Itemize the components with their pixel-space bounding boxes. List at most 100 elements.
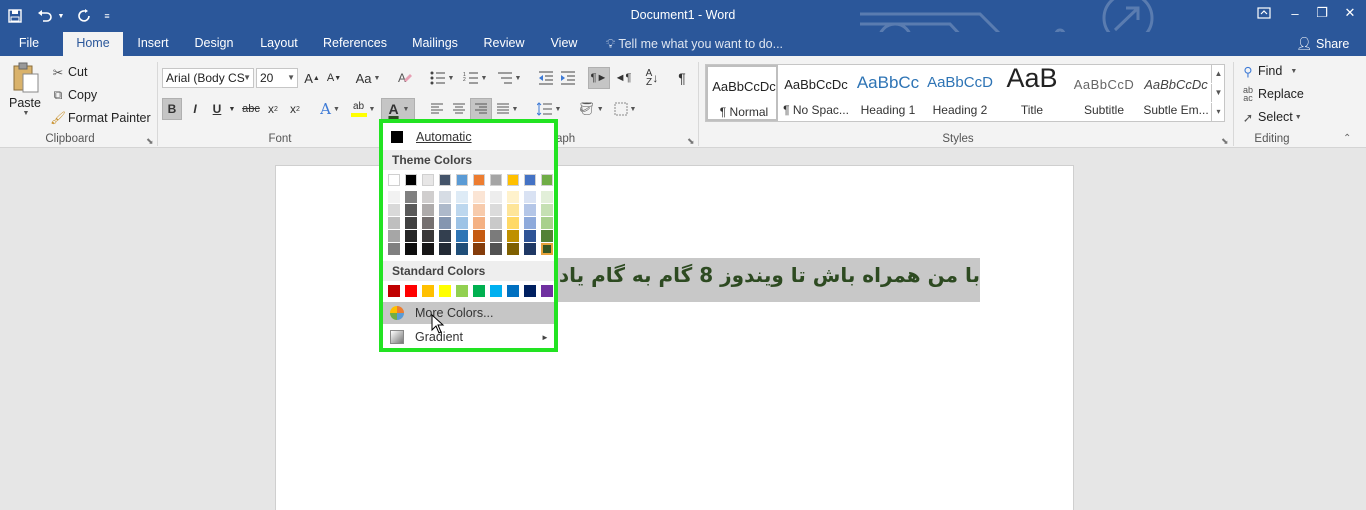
color-swatch[interactable]	[439, 217, 451, 229]
paragraph-launcher-icon[interactable]: ⬊	[687, 136, 695, 147]
color-swatch[interactable]	[388, 230, 400, 242]
color-swatch[interactable]	[524, 285, 536, 297]
tab-layout[interactable]: Layout	[254, 32, 304, 56]
color-swatch[interactable]	[456, 230, 468, 242]
color-swatch[interactable]	[524, 174, 536, 186]
color-swatch[interactable]	[422, 174, 434, 186]
color-swatch[interactable]	[422, 217, 434, 229]
minimize-button[interactable]: –	[1281, 2, 1309, 24]
show-formatting-marks-button[interactable]: ¶	[672, 67, 692, 89]
style-no-spacing[interactable]: AaBbCcDc ¶ No Spac...	[780, 65, 852, 121]
color-swatch[interactable]	[456, 243, 468, 255]
color-swatch[interactable]	[388, 217, 400, 229]
rtl-direction-button[interactable]: ◄¶	[612, 67, 634, 89]
color-swatch[interactable]	[439, 191, 451, 203]
decrease-indent-button[interactable]	[536, 67, 556, 89]
justify-button[interactable]: ▼	[492, 98, 522, 120]
close-button[interactable]: ✕	[1336, 2, 1364, 24]
color-swatch[interactable]	[456, 217, 468, 229]
style-heading-2[interactable]: AaBbCcD Heading 2	[924, 65, 996, 121]
color-swatch[interactable]	[388, 285, 400, 297]
color-swatch[interactable]	[541, 230, 553, 242]
tab-design[interactable]: Design	[190, 32, 238, 56]
align-left-button[interactable]	[426, 98, 448, 120]
color-swatch[interactable]	[507, 204, 519, 216]
color-swatch[interactable]	[507, 174, 519, 186]
color-swatch[interactable]	[388, 191, 400, 203]
color-swatch[interactable]	[439, 174, 451, 186]
color-swatch[interactable]	[490, 230, 502, 242]
color-swatch[interactable]	[439, 204, 451, 216]
restore-button[interactable]: ❐	[1308, 2, 1336, 24]
superscript-button[interactable]: x2	[286, 98, 304, 120]
color-swatch[interactable]	[541, 204, 553, 216]
style-subtitle[interactable]: AaBbCcD Subtitle	[1068, 65, 1140, 121]
font-name-box[interactable]: Arial (Body CS ▼	[162, 68, 254, 88]
color-swatch[interactable]	[473, 230, 485, 242]
clear-formatting-button[interactable]: A	[394, 67, 416, 89]
color-swatch[interactable]	[490, 217, 502, 229]
color-swatch[interactable]	[490, 285, 502, 297]
bullets-button[interactable]: ▼	[427, 67, 457, 89]
style-subtle-emphasis[interactable]: AaBbCcDc Subtle Em...	[1140, 65, 1212, 121]
color-swatch[interactable]	[541, 285, 553, 297]
color-swatch[interactable]	[439, 230, 451, 242]
tab-references[interactable]: References	[320, 32, 390, 56]
color-swatch[interactable]	[541, 217, 553, 229]
color-swatch[interactable]	[439, 243, 451, 255]
color-swatch[interactable]	[422, 285, 434, 297]
tab-view[interactable]: View	[546, 32, 582, 56]
select-button[interactable]: ➚ Select ▼	[1240, 108, 1302, 126]
color-swatch[interactable]	[524, 243, 536, 255]
style-heading-1[interactable]: AaBbCc Heading 1	[852, 65, 924, 121]
color-swatch[interactable]	[490, 191, 502, 203]
selected-document-text[interactable]: با من همراه باش تا ویندوز 8 گام به گام ی…	[555, 258, 980, 302]
tell-me-box[interactable]: 💡︎ Tell me what you want to do...	[606, 32, 783, 56]
numbering-button[interactable]: 1 2 ▼	[460, 67, 490, 89]
strikethrough-button[interactable]: abc	[240, 98, 262, 120]
paste-button[interactable]: Paste ▼	[6, 62, 44, 128]
style-title[interactable]: AaB Title	[996, 63, 1068, 121]
gallery-scroll-up-icon[interactable]: ▲	[1211, 65, 1225, 83]
tab-review[interactable]: Review	[480, 32, 528, 56]
bold-button[interactable]: B	[162, 98, 182, 120]
shrink-font-button[interactable]: A ▼	[324, 67, 344, 89]
color-swatch[interactable]	[490, 204, 502, 216]
color-swatch[interactable]	[405, 243, 417, 255]
subscript-button[interactable]: x2	[264, 98, 282, 120]
multilevel-list-button[interactable]: ▼	[494, 67, 524, 89]
italic-button[interactable]: I	[186, 98, 204, 120]
color-swatch[interactable]	[456, 204, 468, 216]
color-swatch[interactable]	[490, 243, 502, 255]
styles-launcher-icon[interactable]: ⬊	[1221, 136, 1229, 147]
tab-insert[interactable]: Insert	[130, 32, 176, 56]
color-swatch[interactable]	[507, 285, 519, 297]
color-swatch[interactable]	[473, 217, 485, 229]
borders-button[interactable]: ▼	[610, 98, 640, 120]
cut-button[interactable]: ✂ Cut	[50, 62, 88, 82]
color-swatch[interactable]	[422, 204, 434, 216]
color-swatch[interactable]	[388, 174, 400, 186]
color-swatch[interactable]	[405, 230, 417, 242]
format-painter-button[interactable]: 🖌︎ Format Painter	[50, 108, 151, 128]
copy-button[interactable]: ⧉ Copy	[50, 85, 98, 105]
color-swatch[interactable]	[388, 243, 400, 255]
color-swatch[interactable]	[507, 217, 519, 229]
color-swatch[interactable]	[541, 174, 553, 186]
color-swatch[interactable]	[490, 174, 502, 186]
automatic-color-item[interactable]: Automatic	[383, 126, 554, 148]
color-swatch[interactable]	[473, 285, 485, 297]
color-swatch[interactable]	[524, 217, 536, 229]
color-swatch[interactable]	[439, 285, 451, 297]
align-right-button[interactable]	[470, 98, 492, 120]
ribbon-display-options-icon[interactable]	[1250, 2, 1278, 24]
line-spacing-button[interactable]: ▼	[534, 98, 564, 120]
color-swatch[interactable]	[473, 243, 485, 255]
color-swatch[interactable]	[507, 230, 519, 242]
color-swatch[interactable]	[456, 174, 468, 186]
color-swatch[interactable]	[524, 230, 536, 242]
clipboard-launcher-icon[interactable]: ⬊	[146, 136, 154, 147]
color-swatch[interactable]	[422, 191, 434, 203]
color-swatch[interactable]	[456, 191, 468, 203]
color-swatch[interactable]	[422, 230, 434, 242]
